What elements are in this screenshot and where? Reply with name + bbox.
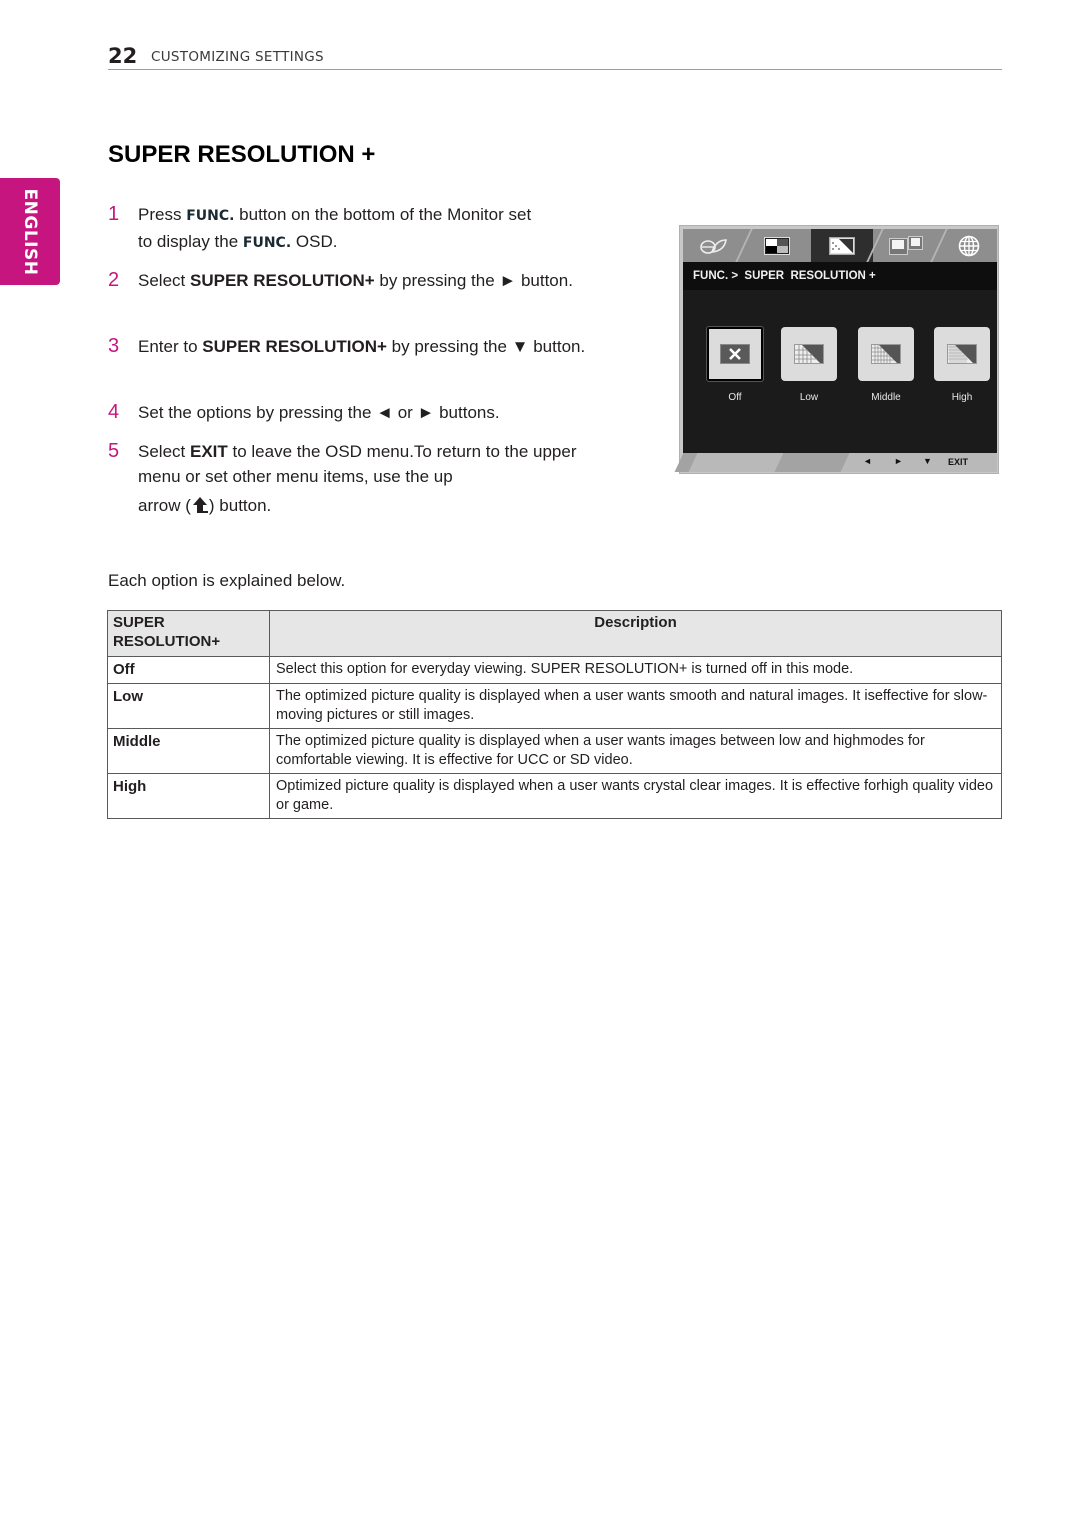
page-title: SUPER RESOLUTION + [108,141,376,168]
option-name: Low [107,683,270,729]
osd-option-label: Middle [871,392,901,403]
step-number: 5 [108,440,120,462]
step-text: Select [138,271,190,290]
step-text: by pressing the ▼ button. [386,337,586,356]
page-header: 22 CUSTOMIZING SETTINGS [108,44,1002,70]
column-header-option: SUPER RESOLUTION+ [107,610,270,657]
globe-language-icon [958,235,980,256]
table-row: Middle The optimized picture quality is … [107,728,1002,774]
osd-option-label: Low [799,392,819,403]
dual-screen-icon [889,235,923,255]
step-number: 1 [108,203,120,225]
step-5: 5 Select EXIT to leave the OSD menu.To r… [108,439,588,518]
osd-right-button[interactable]: ► [894,456,903,466]
option-description: Select this option for everyday viewing.… [269,656,1002,684]
page-number: 22 [108,44,138,68]
option-name: High [107,773,270,819]
step-3: 3 Enter to SUPER RESOLUTION+ by pressing… [108,334,585,359]
step-number: 4 [108,401,120,423]
osd-exit-button[interactable]: EXIT [948,457,968,467]
header-text: RESOLUTION+ [113,633,221,650]
decorative-stripe [774,453,850,472]
step-text: Press [138,205,187,224]
step-text: ) button. [208,496,272,515]
option-description: The optimized picture quality is display… [269,728,1002,774]
step-text: to display the [138,232,243,251]
eco-leaf-icon [700,238,727,254]
step-number: 2 [108,269,120,291]
step-text-line: arrow ( ) button. [138,493,588,518]
step-emphasis: SUPER RESOLUTION+ [202,337,387,356]
osd-tab-dual[interactable] [876,229,936,262]
column-header-description: Description [269,610,1002,657]
header-text: SUPER [113,614,165,631]
osd-option-middle[interactable] [858,327,914,381]
table-row: High Optimized picture quality is displa… [107,773,1002,819]
step-1: 1 Press FUNC. button on the bottom of th… [108,202,531,256]
osd-screenshot: FUNC. > SUPER RESOLUTION + Off Low Middl… [674,225,999,474]
osd-tab-eco[interactable] [683,229,743,262]
step-number: 3 [108,335,120,357]
off-x-icon [720,344,750,364]
table-header-row: SUPER RESOLUTION+ Description [107,610,1002,657]
step-emphasis: EXIT [189,442,228,461]
table-row: Off Select this option for everyday view… [107,656,1002,684]
sr-high-icon [947,344,977,364]
osd-breadcrumb: FUNC. > SUPER RESOLUTION + [683,262,997,290]
osd-tab-bar [683,229,997,262]
decorative-stripe [674,453,698,472]
option-name: Middle [107,728,270,774]
step-emphasis: SUPER RESOLUTION+ [189,271,375,290]
options-table: SUPER RESOLUTION+ Description Off Select … [107,610,1002,819]
picture-mode-icon [764,236,790,255]
step-text: Select [138,442,190,461]
osd-down-button[interactable]: ▼ [923,456,932,466]
step-text: OSD. [291,232,338,251]
osd-option-high[interactable] [934,327,990,381]
step-text: Enter to [138,337,203,356]
step-4: 4 Set the options by pressing the ◄ or ►… [108,400,500,425]
step-2: 2 Select SUPER RESOLUTION+ by pressing t… [108,268,573,293]
option-description: Optimized picture quality is displayed w… [269,773,1002,819]
osd-option-label: Off [728,392,742,403]
osd-option-low[interactable] [781,327,837,381]
option-name: Off [107,656,270,684]
step-text: by pressing the ► button. [374,271,573,290]
osd-option-label: High [951,392,973,403]
step-text: arrow ( [138,496,191,515]
func-button-label: FUNC. [186,208,235,224]
section-title: CUSTOMIZING SETTINGS [151,49,324,65]
osd-tab-super-resolution[interactable] [811,229,873,262]
sr-low-icon [794,344,824,364]
table-row: Low The optimized picture quality is dis… [107,683,1002,729]
step-text: Set the options by pressing the ◄ or ► b… [138,403,500,422]
up-arrow-icon [192,497,208,513]
sr-middle-icon [871,344,901,364]
osd-menu-screen: FUNC. > SUPER RESOLUTION + Off Low Middl… [683,262,997,453]
osd-tab-picture[interactable] [747,229,807,262]
func-button-label: FUNC. [242,235,292,251]
intro-text: Each option is explained below. [108,571,346,590]
language-tab: ENGLISH [0,178,60,285]
super-resolution-icon [829,236,855,255]
osd-left-button[interactable]: ◄ [863,456,872,466]
option-description: The optimized picture quality is display… [269,683,1002,729]
osd-tab-language[interactable] [941,229,997,262]
step-text: button on the bottom of the Monitor set [234,205,532,224]
language-label: ENGLISH [20,188,40,275]
osd-option-off[interactable] [707,327,763,381]
osd-button-bar: ◄ ► ▼ EXIT [674,453,997,472]
